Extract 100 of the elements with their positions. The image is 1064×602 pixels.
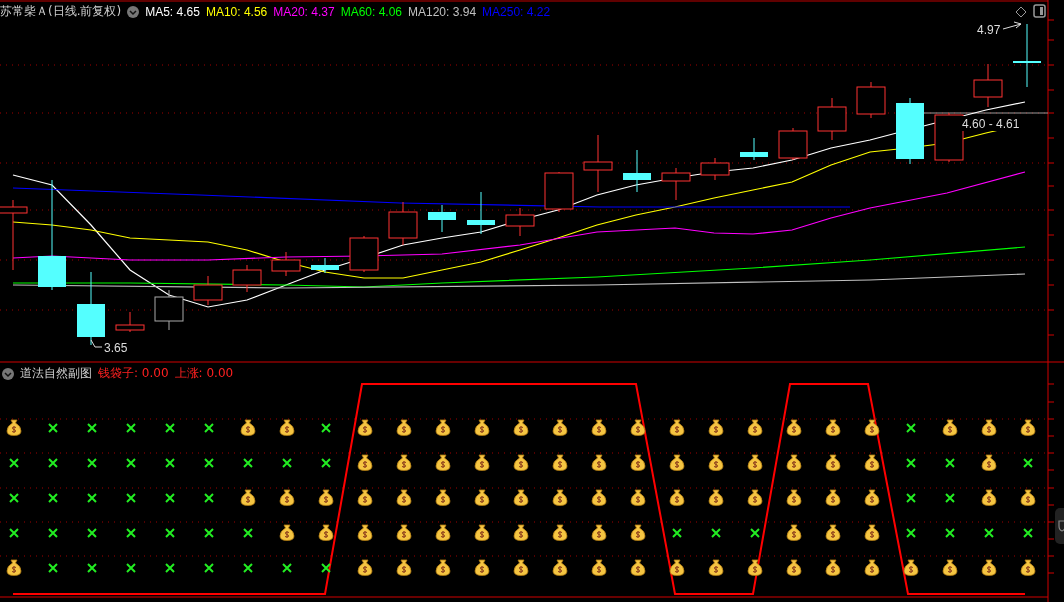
money-bag-icon [629, 419, 646, 436]
cross-icon [944, 457, 955, 468]
money-bag-icon [434, 454, 451, 471]
money-bag-icon [473, 559, 490, 576]
money-bag-icon [395, 419, 412, 436]
money-bag-icon [278, 419, 295, 436]
money-bag-icon [707, 559, 724, 576]
cross-icon [281, 562, 292, 573]
dropdown-icon[interactable] [127, 5, 140, 18]
dropdown-icon[interactable] [2, 367, 14, 380]
money-bag-icon [512, 454, 529, 471]
money-bag-icon [629, 524, 646, 541]
cross-icon [242, 527, 253, 538]
money-bag-icon [356, 419, 373, 436]
candlestick [896, 97, 924, 165]
cross-icon [203, 527, 214, 538]
cross-icon [281, 457, 292, 468]
candlestick [505, 207, 535, 237]
cross-icon [320, 457, 331, 468]
money-bag-icon [785, 419, 802, 436]
money-bag-icon [824, 454, 841, 471]
money-bag-icon [863, 489, 880, 506]
cross-icon [203, 422, 214, 433]
cross-icon [203, 457, 214, 468]
money-bag-icon [434, 419, 451, 436]
high-price-arrow [1002, 21, 1022, 30]
money-bag-icon [785, 559, 802, 576]
cross-icon [125, 527, 136, 538]
indicator-value: MA5: 4.65 [145, 4, 200, 19]
money-bag-icon [980, 419, 997, 436]
money-bag-icon [356, 489, 373, 506]
money-bag-icon [395, 489, 412, 506]
money-bag-icon [590, 454, 607, 471]
cross-icon [125, 492, 136, 503]
candlestick [388, 201, 418, 246]
money-bag-icon [668, 489, 685, 506]
diamond-icon[interactable] [1015, 6, 1027, 18]
cross-icon [242, 457, 253, 468]
money-bag-icon [863, 454, 880, 471]
candlestick [740, 137, 768, 161]
cross-icon [164, 562, 175, 573]
cross-icon [47, 527, 58, 538]
indicator-value: MA120: 3.94 [408, 4, 477, 19]
money-bag-icon [707, 419, 724, 436]
candlestick [311, 257, 339, 274]
candlestick [817, 97, 847, 141]
money-bag-icon [395, 454, 412, 471]
money-bag-icon [434, 489, 451, 506]
money-bag-icon [278, 489, 295, 506]
money-bag-icon [551, 559, 568, 576]
panel-toggle-icon[interactable] [1033, 4, 1046, 18]
money-bag-icon [473, 524, 490, 541]
price-range-label: 4.60 - 4.61 [962, 117, 1020, 131]
candlestick [544, 171, 574, 213]
money-bag-icon [590, 524, 607, 541]
low-price-arrow [90, 339, 103, 348]
money-bag-icon [1019, 419, 1036, 436]
money-bag-icon [356, 524, 373, 541]
money-bag-icon [356, 559, 373, 576]
cross-icon [944, 527, 955, 538]
indicator-value: MA250: 4.22 [482, 4, 551, 19]
money-bag-icon [590, 489, 607, 506]
money-bag-icon [395, 524, 412, 541]
money-bag-icon [824, 559, 841, 576]
indicator-value: 上涨: 0.00 [174, 365, 234, 382]
cross-icon [242, 562, 253, 573]
stock-title: 苏常柴Ａ(日线.前复权) [0, 3, 122, 20]
cross-icon [905, 457, 916, 468]
money-bag-icon [512, 524, 529, 541]
cross-icon [86, 492, 97, 503]
indicator-value: MA10: 4.56 [205, 4, 268, 19]
cross-icon [164, 527, 175, 538]
cross-icon [8, 492, 19, 503]
money-bag-icon [824, 489, 841, 506]
indicator-value: MA60: 4.06 [340, 4, 402, 19]
money-bag-icon [473, 419, 490, 436]
money-bag-icon [473, 454, 490, 471]
money-bag-icon [512, 419, 529, 436]
money-bag-icon [629, 559, 646, 576]
cross-icon [86, 422, 97, 433]
cross-icon [905, 527, 916, 538]
shield-icon [1058, 520, 1064, 532]
candlestick [700, 157, 730, 181]
candlestick [193, 275, 223, 306]
cross-icon [203, 562, 214, 573]
money-bag-icon [668, 559, 685, 576]
money-bag-icon [785, 489, 802, 506]
candlestick [271, 251, 301, 277]
money-bag-icon [746, 419, 763, 436]
candlestick [856, 81, 886, 119]
money-bag-icon [941, 559, 958, 576]
money-bag-icon [824, 419, 841, 436]
cross-icon [86, 457, 97, 468]
money-bag-icon [707, 489, 724, 506]
candlestick [973, 63, 1003, 108]
money-bag-icon [551, 419, 568, 436]
candlestick [1013, 23, 1041, 88]
cross-icon [86, 562, 97, 573]
candlestick [115, 311, 145, 333]
low-price-label: 3.65 [104, 341, 128, 355]
